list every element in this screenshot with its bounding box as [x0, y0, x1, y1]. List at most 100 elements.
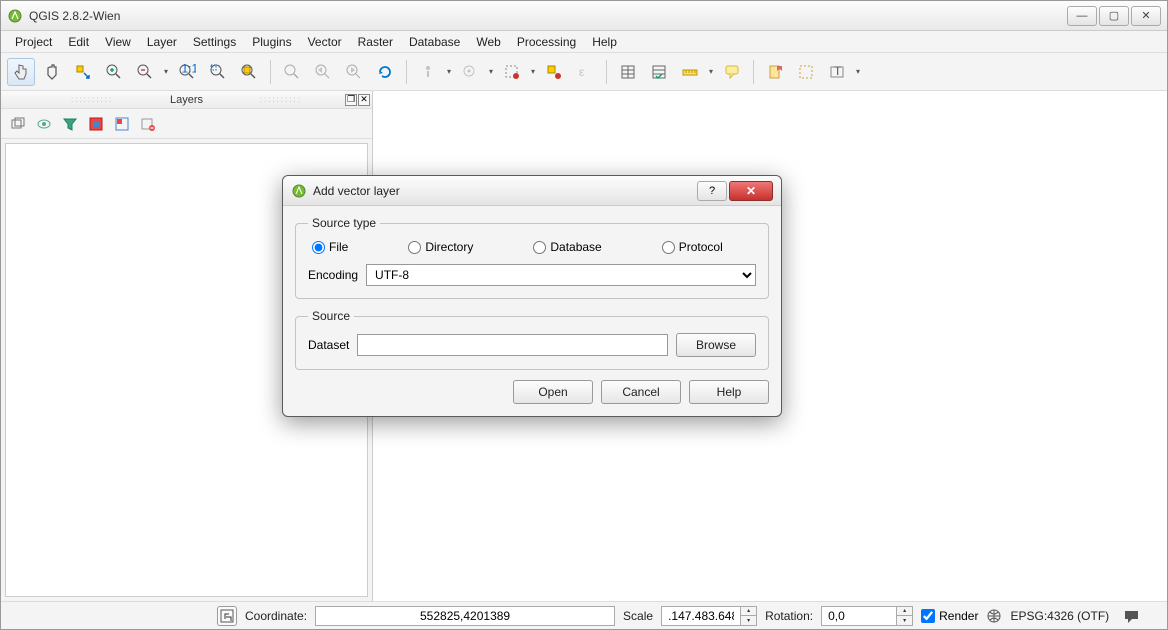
identify-icon[interactable] [414, 58, 442, 86]
toolbar-separator [270, 60, 271, 84]
zoom-out-icon[interactable] [131, 58, 159, 86]
window-title: QGIS 2.8.2-Wien [29, 9, 1067, 23]
dialog-body: Source type File Directory Database Prot… [283, 206, 781, 416]
source-type-legend: Source type [308, 216, 380, 230]
zoom-layer-icon[interactable] [278, 58, 306, 86]
dialog-title: Add vector layer [313, 184, 697, 198]
pan-tool-icon[interactable] [38, 58, 66, 86]
expand-all-icon[interactable] [87, 115, 105, 133]
menu-view[interactable]: View [97, 33, 139, 51]
menu-settings[interactable]: Settings [185, 33, 244, 51]
layers-toolbar [1, 109, 372, 139]
identify-results-dropdown-icon[interactable]: ▾ [487, 58, 495, 86]
identify-dropdown-icon[interactable]: ▾ [445, 58, 453, 86]
field-calc-icon[interactable] [645, 58, 673, 86]
open-button[interactable]: Open [513, 380, 593, 404]
rotation-label: Rotation: [765, 609, 813, 623]
refresh-icon[interactable] [371, 58, 399, 86]
menu-raster[interactable]: Raster [350, 33, 401, 51]
maximize-button[interactable]: ▢ [1099, 6, 1129, 26]
svg-text:T: T [834, 64, 842, 78]
close-button[interactable]: ✕ [1131, 6, 1161, 26]
zoom-dropdown-icon[interactable]: ▾ [162, 58, 170, 86]
menu-database[interactable]: Database [401, 33, 468, 51]
source-legend: Source [308, 309, 354, 323]
touch-tool-icon[interactable] [7, 58, 35, 86]
rotation-input[interactable] [821, 606, 897, 626]
menubar: Project Edit View Layer Settings Plugins… [1, 31, 1167, 53]
rotation-spinner[interactable]: ▴▾ [897, 606, 913, 626]
window-controls: — ▢ ✕ [1067, 6, 1161, 26]
grip-icon: :::::::::: [71, 95, 113, 104]
layers-panel-label: Layers [170, 94, 203, 106]
remove-layer-icon[interactable] [139, 115, 157, 133]
encoding-label: Encoding [308, 268, 358, 282]
measure-icon[interactable] [676, 58, 704, 86]
undock-icon[interactable]: ❐ [345, 94, 357, 106]
radio-protocol[interactable]: Protocol [662, 240, 723, 254]
panel-close-icon[interactable]: ✕ [358, 94, 370, 106]
svg-text:ε: ε [579, 65, 585, 79]
select-icon[interactable] [498, 58, 526, 86]
radio-file[interactable]: File [312, 240, 348, 254]
zoom-selection-icon[interactable] [235, 58, 263, 86]
statusbar: Coordinate: Scale ▴▾ Rotation: ▴▾ Render… [1, 601, 1167, 629]
render-checkbox[interactable]: Render [921, 609, 978, 623]
pan-to-selection-icon[interactable] [69, 58, 97, 86]
menu-processing[interactable]: Processing [509, 33, 584, 51]
new-bookmark-icon[interactable] [761, 58, 789, 86]
zoom-in-icon[interactable] [100, 58, 128, 86]
source-type-group: Source type File Directory Database Prot… [295, 216, 769, 299]
menu-plugins[interactable]: Plugins [244, 33, 299, 51]
map-tips-icon[interactable] [718, 58, 746, 86]
text-annotation-icon[interactable]: T [823, 58, 851, 86]
annotation-dropdown-icon[interactable]: ▾ [854, 58, 862, 86]
manage-visibility-icon[interactable] [35, 115, 53, 133]
layers-panel-title: :::::::::: Layers :::::::::: ❐ ✕ [1, 91, 372, 109]
add-group-icon[interactable] [9, 115, 27, 133]
menu-edit[interactable]: Edit [60, 33, 97, 51]
add-vector-layer-dialog: Add vector layer ? ✕ Source type File Di… [282, 175, 782, 417]
browse-button[interactable]: Browse [676, 333, 756, 357]
scale-label: Scale [623, 609, 653, 623]
measure-dropdown-icon[interactable]: ▾ [707, 58, 715, 86]
zoom-native-icon[interactable]: 1:1 [173, 58, 201, 86]
coordinate-capture-icon[interactable] [217, 606, 237, 626]
zoom-full-icon[interactable] [204, 58, 232, 86]
radio-directory[interactable]: Directory [408, 240, 473, 254]
filter-legend-icon[interactable] [61, 115, 79, 133]
dialog-close-button[interactable]: ✕ [729, 181, 773, 201]
encoding-select[interactable]: UTF-8 [366, 264, 756, 286]
coordinate-input[interactable] [315, 606, 615, 626]
crs-icon[interactable] [986, 608, 1002, 624]
cancel-button[interactable]: Cancel [601, 380, 681, 404]
select-by-expression-icon[interactable] [540, 58, 568, 86]
toolbar: ▾ 1:1 ▾ ▾ ▾ ε ▾ T ▾ [1, 53, 1167, 91]
deselect-icon[interactable]: ε [571, 58, 599, 86]
toolbar-separator [406, 60, 407, 84]
menu-web[interactable]: Web [468, 33, 508, 51]
menu-layer[interactable]: Layer [139, 33, 185, 51]
titlebar: QGIS 2.8.2-Wien — ▢ ✕ [1, 1, 1167, 31]
menu-project[interactable]: Project [7, 33, 60, 51]
minimize-button[interactable]: — [1067, 6, 1097, 26]
open-table-icon[interactable] [614, 58, 642, 86]
grip-icon: :::::::::: [260, 95, 302, 104]
zoom-last-icon[interactable] [309, 58, 337, 86]
radio-database[interactable]: Database [533, 240, 601, 254]
collapse-all-icon[interactable] [113, 115, 131, 133]
identify-results-icon[interactable] [456, 58, 484, 86]
zoom-next-icon[interactable] [340, 58, 368, 86]
menu-help[interactable]: Help [584, 33, 625, 51]
messages-icon[interactable] [1123, 607, 1141, 625]
source-group: Source Dataset Browse [295, 309, 769, 370]
render-checkbox-input[interactable] [921, 609, 935, 623]
dataset-input[interactable] [357, 334, 668, 356]
show-bookmarks-icon[interactable] [792, 58, 820, 86]
help-button[interactable]: Help [689, 380, 769, 404]
select-dropdown-icon[interactable]: ▾ [529, 58, 537, 86]
scale-input[interactable] [661, 606, 741, 626]
menu-vector[interactable]: Vector [300, 33, 350, 51]
scale-spinner[interactable]: ▴▾ [741, 606, 757, 626]
dialog-help-button[interactable]: ? [697, 181, 727, 201]
